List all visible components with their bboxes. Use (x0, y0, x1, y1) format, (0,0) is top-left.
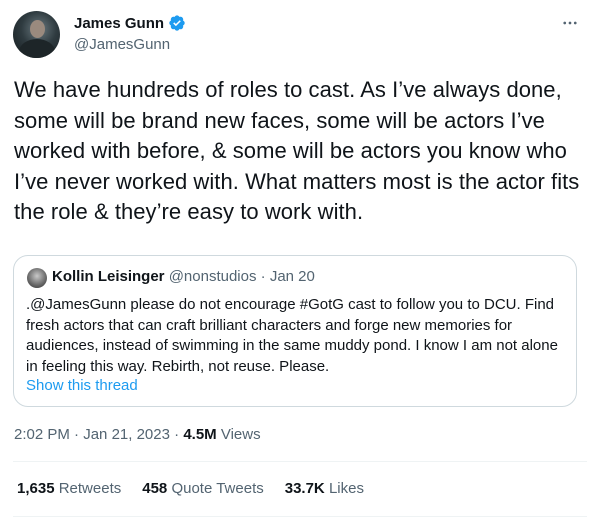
quote-tweets-count: 458 (142, 480, 168, 497)
retweets-label: Retweets (58, 480, 122, 497)
quoted-author-handle: @nonstudios (168, 268, 257, 285)
tweet-meta-row: 2:02 PM · Jan 21, 2023 · 4.5M Views (14, 426, 261, 443)
tweet-date[interactable]: Jan 21, 2023 (83, 426, 170, 443)
verified-badge-icon (169, 15, 185, 31)
show-thread-link[interactable]: Show this thread (26, 377, 138, 394)
avatar-shoulders (19, 39, 55, 58)
retweets-count: 1,635 (17, 480, 55, 497)
meta-separator-1: · (74, 426, 80, 443)
quoted-tweet-date: Jan 20 (269, 268, 315, 285)
retweets-stat[interactable]: 1,635 Retweets (17, 480, 121, 497)
more-options-icon[interactable] (561, 14, 579, 32)
quoted-separator: · (260, 268, 266, 285)
author-handle[interactable]: @JamesGunn (74, 36, 170, 53)
avatar-face (30, 20, 45, 38)
quoted-tweet-text: .@JamesGunn please do not encourage #Got… (26, 296, 558, 375)
quote-tweets-label: Quote Tweets (171, 480, 264, 497)
author-display-name[interactable]: James Gunn (74, 15, 164, 32)
divider-bottom (13, 516, 587, 517)
quoted-tweet-card[interactable]: Kollin Leisinger @nonstudios · Jan 20 .@… (13, 255, 577, 407)
views-count: 4.5M (183, 426, 217, 443)
author-avatar[interactable] (13, 11, 60, 58)
quote-tweets-stat[interactable]: 458 Quote Tweets (142, 480, 263, 497)
quoted-author-avatar (27, 268, 47, 288)
views-label: Views (220, 426, 261, 443)
tweet-text: We have hundreds of roles to cast. As I’… (14, 77, 580, 224)
tweet-time[interactable]: 2:02 PM (14, 426, 70, 443)
divider-top (13, 461, 587, 462)
engagement-stats: 1,635 Retweets 458 Quote Tweets 33.7K Li… (17, 480, 385, 497)
likes-count: 33.7K (284, 480, 325, 497)
meta-separator-2: · (174, 426, 180, 443)
likes-stat[interactable]: 33.7K Likes (285, 480, 364, 497)
quoted-author-name: Kollin Leisinger (52, 268, 165, 285)
quoted-tweet-header: Kollin Leisinger @nonstudios · Jan 20 (52, 268, 315, 285)
author-name-row: James Gunn (74, 14, 186, 32)
likes-label: Likes (328, 480, 364, 497)
